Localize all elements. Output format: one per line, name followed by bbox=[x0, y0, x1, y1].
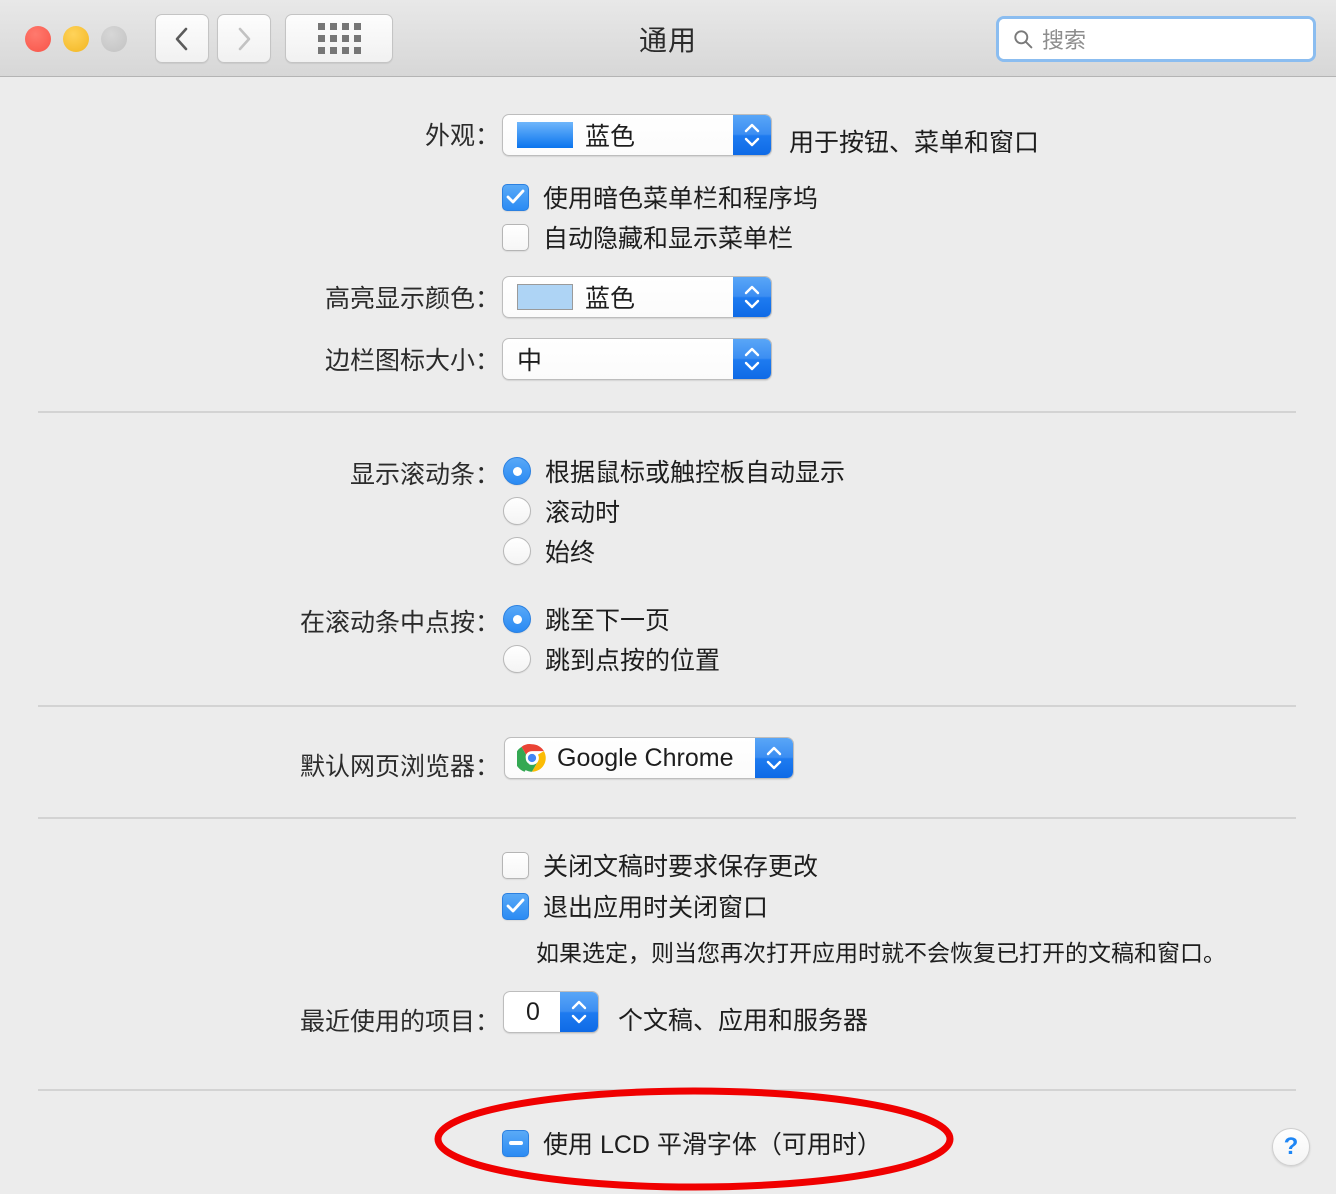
radio-button-selected[interactable] bbox=[503, 605, 531, 633]
appearance-hint: 用于按钮、菜单和窗口 bbox=[789, 129, 1040, 157]
appearance-popup-chevrons[interactable] bbox=[733, 115, 771, 155]
appearance-color-swatch bbox=[517, 122, 573, 148]
recent-items-value: 0 bbox=[526, 997, 540, 1026]
click-option-jump-to-spot[interactable]: 跳到点按的位置 bbox=[503, 641, 720, 677]
highlight-color-label: 高亮显示颜色： bbox=[324, 285, 500, 313]
check-icon bbox=[506, 189, 525, 204]
highlight-label-wrap: 高亮显示颜色： bbox=[280, 279, 500, 315]
appearance-label-wrap: 外观： bbox=[280, 116, 500, 152]
default-browser-value: Google Chrome bbox=[557, 743, 734, 772]
scrollbar-option-always-label: 始终 bbox=[545, 539, 596, 567]
appearance-label: 外观： bbox=[424, 122, 500, 150]
highlight-color-value: 蓝色 bbox=[585, 285, 636, 313]
scrollbar-option-scrolling-label: 滚动时 bbox=[545, 499, 621, 527]
system-preferences-window: 通用 搜索 外观： 蓝色 用于按钮、菜单和窗口 使用暗色菜单栏和程序坞 自动隐藏… bbox=[0, 0, 1336, 1194]
help-label: ? bbox=[1283, 1133, 1299, 1160]
chevron-up-icon bbox=[571, 1000, 587, 1010]
highlight-popup-chevrons[interactable] bbox=[733, 277, 771, 317]
browser-popup-chevrons[interactable] bbox=[755, 738, 793, 778]
chevron-down-icon bbox=[744, 137, 760, 147]
search-icon bbox=[1014, 30, 1033, 49]
click-scrollbar-label-wrap: 在滚动条中点按： bbox=[260, 603, 500, 639]
separator-2 bbox=[38, 705, 1296, 707]
scrollbar-option-auto[interactable]: 根据鼠标或触控板自动显示 bbox=[503, 453, 845, 489]
dark-menu-bar-label: 使用暗色菜单栏和程序坞 bbox=[543, 185, 819, 213]
search-input[interactable]: 搜索 bbox=[999, 19, 1313, 59]
scrollbar-option-auto-label: 根据鼠标或触控板自动显示 bbox=[545, 459, 846, 487]
default-browser-label: 默认网页浏览器： bbox=[299, 753, 500, 781]
ask-save-changes-checkbox[interactable] bbox=[502, 851, 529, 879]
help-button[interactable]: ? bbox=[1272, 1128, 1310, 1166]
chevron-up-icon bbox=[744, 285, 760, 295]
lcd-smoothing-row[interactable]: 使用 LCD 平滑字体（可用时） bbox=[502, 1125, 882, 1161]
check-icon bbox=[506, 898, 525, 913]
auto-hide-menu-bar-label: 自动隐藏和显示菜单栏 bbox=[543, 225, 794, 253]
dark-menu-bar-checkbox[interactable] bbox=[502, 183, 529, 211]
close-windows-on-quit-row[interactable]: 退出应用时关闭窗口 bbox=[502, 888, 768, 924]
chevron-up-icon bbox=[744, 123, 760, 133]
ask-save-changes-label: 关闭文稿时要求保存更改 bbox=[543, 853, 819, 881]
show-scrollbars-label-wrap: 显示滚动条： bbox=[260, 455, 500, 491]
ask-save-changes-row[interactable]: 关闭文稿时要求保存更改 bbox=[502, 847, 818, 883]
appearance-value: 蓝色 bbox=[585, 123, 636, 151]
separator-4 bbox=[38, 1089, 1296, 1091]
click-option-next-page[interactable]: 跳至下一页 bbox=[503, 601, 670, 637]
chevron-up-icon bbox=[744, 347, 760, 357]
radio-button-selected[interactable] bbox=[503, 457, 531, 485]
auto-hide-menu-bar-row[interactable]: 自动隐藏和显示菜单栏 bbox=[502, 219, 793, 255]
radio-button[interactable] bbox=[503, 497, 531, 525]
search-placeholder: 搜索 bbox=[1042, 28, 1087, 53]
highlight-color-popup[interactable]: 蓝色 bbox=[502, 276, 772, 318]
radio-button[interactable] bbox=[503, 645, 531, 673]
search-field[interactable]: 搜索 bbox=[996, 16, 1316, 62]
close-windows-on-quit-label: 退出应用时关闭窗口 bbox=[543, 894, 769, 922]
preferences-content: 外观： 蓝色 用于按钮、菜单和窗口 使用暗色菜单栏和程序坞 自动隐藏和显示菜单栏… bbox=[0, 77, 1336, 1194]
dash-icon bbox=[508, 1141, 523, 1145]
scrollbar-option-scrolling[interactable]: 滚动时 bbox=[503, 493, 620, 529]
recent-items-trailing-label: 个文稿、应用和服务器 bbox=[618, 1007, 869, 1035]
documents-note: 如果选定，则当您再次打开应用时就不会恢复已打开的文稿和窗口。 bbox=[536, 940, 1226, 966]
recent-items-stepper-arrows[interactable] bbox=[560, 992, 598, 1032]
sidebar-icon-size-label-wrap: 边栏图标大小： bbox=[280, 341, 500, 377]
chevron-down-icon bbox=[571, 1014, 587, 1024]
separator-1 bbox=[38, 411, 1296, 413]
window-titlebar: 通用 搜索 bbox=[0, 0, 1336, 77]
default-browser-label-wrap: 默认网页浏览器： bbox=[260, 747, 500, 783]
chevron-up-icon bbox=[766, 746, 782, 756]
recent-items-stepper[interactable]: 0 bbox=[503, 991, 599, 1033]
chevron-down-icon bbox=[744, 361, 760, 371]
sidebar-icon-size-label: 边栏图标大小： bbox=[324, 347, 500, 375]
chevron-down-icon bbox=[744, 299, 760, 309]
auto-hide-menu-bar-checkbox[interactable] bbox=[502, 223, 529, 251]
sidebar-icon-size-value: 中 bbox=[517, 347, 543, 375]
scrollbar-option-always[interactable]: 始终 bbox=[503, 533, 595, 569]
lcd-smoothing-checkbox[interactable] bbox=[502, 1129, 529, 1157]
sidebar-icon-size-popup[interactable]: 中 bbox=[502, 338, 772, 380]
lcd-smoothing-label: 使用 LCD 平滑字体（可用时） bbox=[543, 1131, 882, 1159]
close-windows-on-quit-checkbox[interactable] bbox=[502, 892, 529, 920]
separator-3 bbox=[38, 817, 1296, 819]
show-scrollbars-label: 显示滚动条： bbox=[349, 461, 500, 489]
chevron-down-icon bbox=[766, 760, 782, 770]
chrome-icon bbox=[517, 744, 546, 772]
appearance-popup[interactable]: 蓝色 bbox=[502, 114, 772, 156]
highlight-color-swatch bbox=[517, 284, 573, 310]
recent-items-label: 最近使用的项目： bbox=[299, 1008, 500, 1036]
default-browser-popup[interactable]: Google Chrome bbox=[504, 737, 794, 779]
sidebar-popup-chevrons[interactable] bbox=[733, 339, 771, 379]
click-scrollbar-label: 在滚动条中点按： bbox=[299, 609, 500, 637]
click-option-next-page-label: 跳至下一页 bbox=[545, 607, 671, 635]
click-option-jump-to-spot-label: 跳到点按的位置 bbox=[545, 647, 721, 675]
dark-menu-bar-row[interactable]: 使用暗色菜单栏和程序坞 bbox=[502, 179, 818, 215]
radio-button[interactable] bbox=[503, 537, 531, 565]
recent-items-label-wrap: 最近使用的项目： bbox=[260, 1002, 500, 1038]
